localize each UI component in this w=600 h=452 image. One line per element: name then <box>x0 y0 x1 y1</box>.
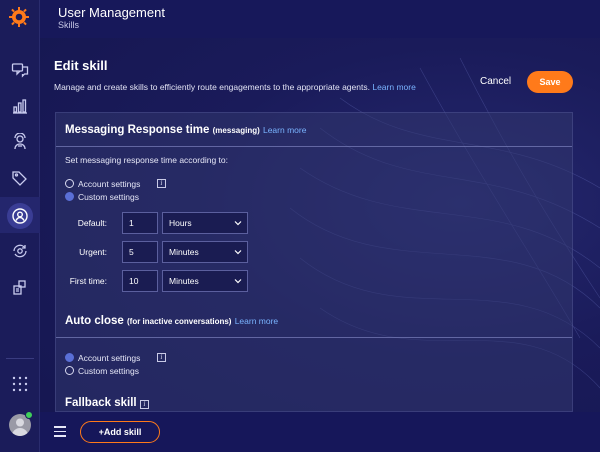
default-unit-select[interactable]: Hours <box>162 212 248 234</box>
messaging-custom-settings-radio[interactable] <box>65 192 74 201</box>
sidebar <box>0 0 40 452</box>
chevron-down-icon <box>234 250 242 255</box>
info-icon[interactable]: i <box>157 353 166 362</box>
agent-icon[interactable] <box>9 131 31 153</box>
info-icon[interactable]: i <box>140 400 149 409</box>
auto-close-account-settings-radio[interactable] <box>65 353 74 362</box>
chevron-down-icon <box>234 221 242 226</box>
messaging-learn-more-link[interactable]: Learn more <box>263 125 306 135</box>
default-label: Default: <box>77 218 107 228</box>
auto-close-custom-settings-radio[interactable] <box>65 366 74 375</box>
auto-close-account-settings-label: Account settings <box>78 353 141 363</box>
apps-grid-icon[interactable] <box>9 373 31 395</box>
first-time-value-input[interactable]: 10 <box>122 270 158 292</box>
default-value-input[interactable]: 1 <box>122 212 158 234</box>
logo-icon[interactable] <box>8 6 30 28</box>
page-title: Edit skill <box>54 58 108 73</box>
messaging-title-text: Messaging Response time <box>65 124 210 136</box>
messaging-title-paren: (messaging) <box>212 126 260 135</box>
urgent-unit-value: Minutes <box>169 247 199 257</box>
sidebar-divider <box>6 358 34 359</box>
bar-chart-icon[interactable] <box>9 95 31 117</box>
default-unit-value: Hours <box>169 218 192 228</box>
top-header: User Management Skills <box>40 0 600 38</box>
integrations-icon[interactable] <box>9 276 31 298</box>
auto-close-title-text: Auto close <box>65 315 124 327</box>
chat-icon[interactable] <box>9 59 31 81</box>
fallback-section-title: Fallback skill <box>65 397 137 409</box>
messaging-section-title: Messaging Response time (messaging) Lear… <box>65 124 306 136</box>
urgent-label: Urgent: <box>79 247 107 257</box>
main-content: Edit skill Manage and create skills to e… <box>40 38 600 452</box>
info-icon[interactable]: i <box>157 179 166 188</box>
auto-close-learn-more-link[interactable]: Learn more <box>235 316 278 326</box>
messaging-custom-settings-label: Custom settings <box>78 192 139 202</box>
chevron-down-icon <box>234 279 242 284</box>
auto-close-section-title: Auto close (for inactive conversations) … <box>65 315 278 327</box>
app-title: User Management <box>58 5 165 20</box>
save-button[interactable]: Save <box>527 71 573 93</box>
auto-close-divider <box>56 337 572 338</box>
first-time-unit-select[interactable]: Minutes <box>162 270 248 292</box>
urgent-value-input[interactable]: 5 <box>122 241 158 263</box>
first-time-unit-value: Minutes <box>169 276 199 286</box>
page-description-text: Manage and create skills to efficiently … <box>54 82 370 92</box>
auto-close-title-paren: (for inactive conversations) <box>127 317 232 326</box>
messaging-account-settings-label: Account settings <box>78 179 141 189</box>
urgent-unit-select[interactable]: Minutes <box>162 241 248 263</box>
online-status-icon <box>25 411 33 419</box>
messaging-instruction: Set messaging response time according to… <box>65 155 229 165</box>
messaging-divider <box>56 146 572 147</box>
bottom-bar: +Add skill <box>40 412 600 452</box>
menu-icon[interactable] <box>54 426 66 437</box>
tag-icon[interactable] <box>9 167 31 189</box>
page-learn-more-link[interactable]: Learn more <box>372 82 415 92</box>
breadcrumb[interactable]: Skills <box>58 20 79 30</box>
skill-settings-card: Messaging Response time (messaging) Lear… <box>55 112 573 412</box>
user-management-icon[interactable] <box>9 205 31 227</box>
automation-icon[interactable] <box>9 240 31 262</box>
first-time-label: First time: <box>69 276 107 286</box>
auto-close-custom-settings-label: Custom settings <box>78 366 139 376</box>
cancel-button[interactable]: Cancel <box>480 76 511 87</box>
messaging-account-settings-radio[interactable] <box>65 179 74 188</box>
add-skill-button[interactable]: +Add skill <box>80 421 160 443</box>
page-description: Manage and create skills to efficiently … <box>54 82 416 92</box>
